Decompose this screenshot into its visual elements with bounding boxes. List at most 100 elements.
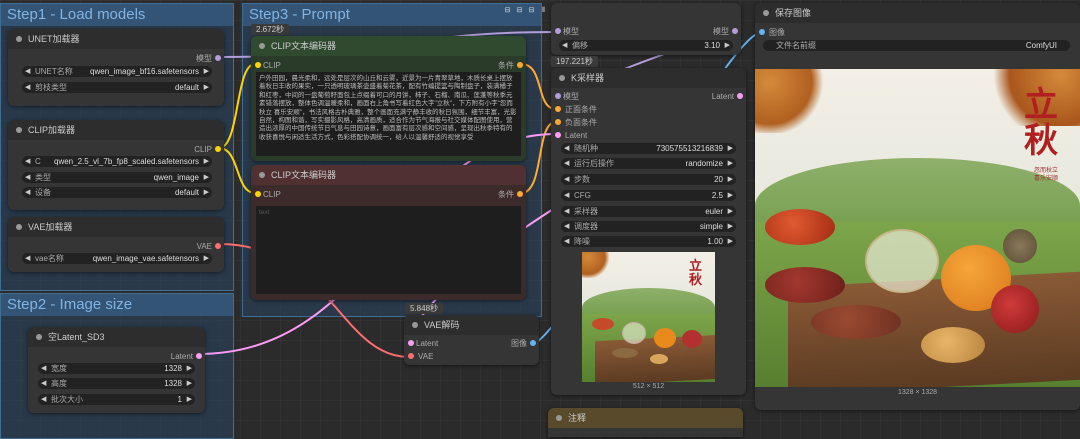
- arrow-right-icon[interactable]: ▶: [187, 394, 192, 405]
- input-dot-image[interactable]: [759, 29, 765, 35]
- number-cfg[interactable]: ◀ CFG 2.5 ▶: [561, 190, 736, 201]
- arrow-left-icon[interactable]: ◀: [25, 253, 30, 264]
- node-clip-text-positive[interactable]: CLIP文本编码器 CLIP 条件 户外田园，晨光柔和，远处是层次的山丘和云雾，…: [251, 36, 526, 161]
- arrow-left-icon[interactable]: ◀: [564, 174, 569, 185]
- number-shift[interactable]: ◀ 偏移 3.10 ▶: [559, 40, 733, 51]
- node-title[interactable]: VAE加载器: [8, 217, 224, 237]
- combo-clip-name[interactable]: ◀ Cqwen_2.5_vl_7b_fp8_scaled.safetensors ▶: [22, 156, 212, 167]
- node-title[interactable]: UNET加载器: [8, 29, 224, 49]
- arrow-right-icon[interactable]: ▶: [204, 253, 209, 264]
- input-dot-positive[interactable]: [555, 106, 561, 112]
- combo-control-after-generate[interactable]: ◀ 运行后操作 randomize ▶: [561, 158, 736, 169]
- arrow-right-icon[interactable]: ▶: [204, 187, 209, 198]
- input-dot-latent[interactable]: [408, 340, 414, 346]
- negative-prompt-textarea[interactable]: text: [256, 206, 521, 294]
- node-title[interactable]: K采样器: [551, 68, 746, 88]
- number-seed[interactable]: ◀ 随机种 730575513216839 ▶: [561, 143, 736, 154]
- output-dot-latent[interactable]: [196, 353, 202, 359]
- align-left-icon[interactable]: ⊟: [503, 6, 512, 16]
- output-dot-latent[interactable]: [737, 93, 743, 99]
- node-title[interactable]: CLIP文本编码器: [251, 165, 526, 185]
- align-center-icon[interactable]: ⊟: [515, 6, 524, 16]
- arrow-right-icon[interactable]: ▶: [728, 206, 733, 217]
- arrow-left-icon[interactable]: ◀: [41, 378, 46, 389]
- arrow-right-icon[interactable]: ▶: [187, 363, 192, 374]
- arrow-right-icon[interactable]: ▶: [728, 236, 733, 247]
- prompt-textarea[interactable]: 户外田园，晨光柔和，远处是层次的山丘和云雾，近景为一片青翠草地，木质长桌上摆放着…: [256, 72, 521, 156]
- input-dot-model[interactable]: [555, 93, 561, 99]
- output-dot-clip[interactable]: [215, 146, 221, 152]
- input-dot-negative[interactable]: [555, 119, 561, 125]
- input-dot-clip[interactable]: [255, 191, 261, 197]
- arrow-right-icon[interactable]: ▶: [187, 378, 192, 389]
- arrow-left-icon[interactable]: ◀: [564, 143, 569, 154]
- node-vae-decode[interactable]: VAE解码 Latent 图像 VAE: [404, 315, 539, 365]
- arrow-right-icon[interactable]: ▶: [204, 156, 209, 167]
- node-title[interactable]: 空Latent_SD3: [28, 327, 205, 347]
- input-dot-latent[interactable]: [555, 132, 561, 138]
- arrow-left-icon[interactable]: ◀: [41, 363, 46, 374]
- arrow-left-icon[interactable]: ◀: [25, 187, 30, 198]
- node-save-image[interactable]: 保存图像 图像 文件名前缀 ComfyUI 立秋 忽而秋立 喜乐安顺 1328 ×…: [755, 3, 1080, 410]
- output-dot-vae[interactable]: [215, 243, 221, 249]
- arrow-right-icon[interactable]: ▶: [204, 82, 209, 93]
- arrow-right-icon[interactable]: ▶: [728, 221, 733, 232]
- node-note[interactable]: 注释: [548, 408, 743, 437]
- align-right-icon[interactable]: ⊟: [527, 6, 536, 16]
- number-height[interactable]: ◀ 高度 1328 ▶: [38, 378, 195, 389]
- arrow-left-icon[interactable]: ◀: [25, 82, 30, 93]
- number-width[interactable]: ◀ 宽度 1328 ▶: [38, 363, 195, 374]
- input-dot-clip[interactable]: [255, 62, 261, 68]
- number-batch-size[interactable]: ◀ 批次大小 1 ▶: [38, 394, 195, 405]
- number-steps[interactable]: ◀ 步数 20 ▶: [561, 174, 736, 185]
- number-denoise[interactable]: ◀ 降噪 1.00 ▶: [561, 236, 736, 247]
- node-title[interactable]: VAE解码: [404, 315, 539, 335]
- arrow-left-icon[interactable]: ◀: [25, 172, 30, 183]
- node-title[interactable]: CLIP加载器: [8, 120, 224, 140]
- combo-unet-name[interactable]: ◀ UNET名称 qwen_image_bf16.safetensors ▶: [22, 66, 212, 77]
- text-filename-prefix[interactable]: 文件名前缀 ComfyUI: [763, 40, 1070, 51]
- output-image[interactable]: 立秋 忽而秋立 喜乐安顺: [755, 69, 1080, 387]
- node-clip-text-negative[interactable]: CLIP文本编码器 CLIP 条件 text: [251, 165, 526, 300]
- arrow-left-icon[interactable]: ◀: [564, 190, 569, 201]
- output-dot-conditioning[interactable]: [517, 62, 523, 68]
- arrow-right-icon[interactable]: ▶: [728, 174, 733, 185]
- combo-vae-name[interactable]: ◀ vae名称 qwen_image_vae.safetensors ▶: [22, 253, 212, 264]
- distribute-icon[interactable]: ⫴: [539, 6, 548, 16]
- node-title[interactable]: 注释: [548, 408, 743, 428]
- combo-device[interactable]: ◀ 设备 default ▶: [22, 187, 212, 198]
- preview-image[interactable]: 立秋: [582, 252, 715, 382]
- arrow-left-icon[interactable]: ◀: [564, 206, 569, 217]
- arrow-left-icon[interactable]: ◀: [41, 394, 46, 405]
- input-dot-vae[interactable]: [408, 353, 414, 359]
- node-model-sampling[interactable]: 模型 模型 ◀ 偏移 3.10 ▶: [551, 3, 741, 55]
- arrow-right-icon[interactable]: ▶: [728, 143, 733, 154]
- arrow-right-icon[interactable]: ▶: [725, 40, 730, 51]
- node-vae-loader[interactable]: VAE加载器 VAE ◀ vae名称 qwen_image_vae.safetens…: [8, 217, 224, 272]
- arrow-right-icon[interactable]: ▶: [204, 66, 209, 77]
- arrow-left-icon[interactable]: ◀: [564, 221, 569, 232]
- output-dot-conditioning[interactable]: [517, 191, 523, 197]
- arrow-left-icon[interactable]: ◀: [25, 66, 30, 77]
- arrow-left-icon[interactable]: ◀: [25, 156, 30, 167]
- output-dot-model[interactable]: [732, 28, 738, 34]
- combo-weight-dtype[interactable]: ◀ 剪枝类型 default ▶: [22, 82, 212, 93]
- node-unet-loader[interactable]: UNET加载器 模型 ◀ UNET名称 qwen_image_bf16.safete…: [8, 29, 224, 106]
- arrow-left-icon[interactable]: ◀: [564, 158, 569, 169]
- output-dot-model[interactable]: [215, 55, 221, 61]
- node-clip-loader[interactable]: CLIP加载器 CLIP ◀ Cqwen_2.5_vl_7b_fp8_scaled…: [8, 120, 224, 210]
- input-dot-model[interactable]: [555, 28, 561, 34]
- output-dot-image[interactable]: [530, 340, 536, 346]
- node-empty-latent[interactable]: 空Latent_SD3 Latent ◀ 宽度 1328 ▶ ◀ 高度 1328 ▶ ◀ 批次…: [28, 327, 205, 413]
- combo-scheduler[interactable]: ◀ 调度器 simple ▶: [561, 221, 736, 232]
- node-title[interactable]: CLIP文本编码器: [251, 36, 526, 56]
- arrow-left-icon[interactable]: ◀: [564, 236, 569, 247]
- combo-sampler[interactable]: ◀ 采样器 euler ▶: [561, 206, 736, 217]
- arrow-right-icon[interactable]: ▶: [728, 158, 733, 169]
- node-title[interactable]: 保存图像: [755, 3, 1080, 23]
- arrow-right-icon[interactable]: ▶: [728, 190, 733, 201]
- combo-clip-type[interactable]: ◀ 类型 qwen_image ▶: [22, 172, 212, 183]
- arrow-right-icon[interactable]: ▶: [204, 172, 209, 183]
- node-ksampler[interactable]: K采样器 模型 Latent 正面条件 负面条件 Latent ◀ 随机种 7305…: [551, 68, 746, 395]
- arrow-left-icon[interactable]: ◀: [562, 40, 567, 51]
